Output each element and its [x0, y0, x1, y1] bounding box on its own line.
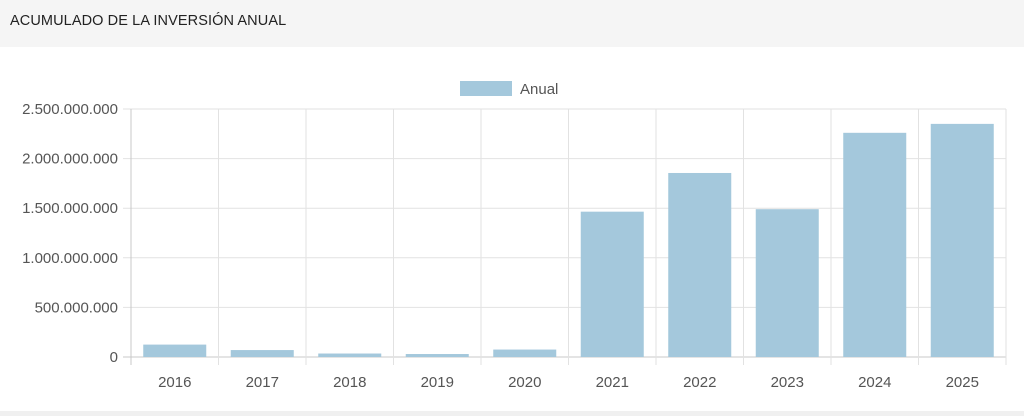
bar-2023	[755, 209, 819, 357]
bar-2024	[843, 132, 907, 357]
y-tick-label: 2.500.000.000	[22, 101, 118, 118]
bar-2019	[405, 354, 469, 357]
x-tick-label: 2020	[508, 374, 541, 391]
x-tick-label: 2022	[683, 374, 716, 391]
y-tick-label: 2.000.000.000	[22, 151, 118, 168]
bar-2020	[493, 349, 557, 357]
chart-container: Anual 0 500.000.000 1.000.000.000 1.500.000…	[0, 47, 1024, 411]
legend-swatch	[460, 81, 512, 96]
bar-2021	[580, 211, 644, 357]
x-tick-label: 2019	[421, 374, 454, 391]
y-tick-label: 1.500.000.000	[22, 200, 118, 217]
x-tick-label: 2023	[771, 374, 804, 391]
panel-title: ACUMULADO DE LA INVERSIÓN ANUAL	[10, 13, 287, 29]
x-axis: 2016 2017 2018 2019 2020 2021 2022 2023 2024 2025	[158, 374, 979, 391]
x-tick-label: 2025	[946, 374, 979, 391]
y-tick-label: 500.000.000	[35, 299, 118, 316]
bar-2017	[230, 350, 294, 357]
x-tick-label: 2017	[246, 374, 279, 391]
y-tick-label: 1.000.000.000	[22, 250, 118, 267]
legend-label: Anual	[520, 81, 558, 98]
bar-2016	[143, 344, 207, 357]
y-axis: 0 500.000.000 1.000.000.000 1.500.000.000 2.…	[22, 101, 118, 366]
bar-2025	[930, 123, 994, 357]
x-tick-label: 2021	[596, 374, 629, 391]
x-tick-label: 2018	[333, 374, 366, 391]
panel-header: ACUMULADO DE LA INVERSIÓN ANUAL	[0, 0, 1024, 47]
y-tick-label: 0	[110, 349, 118, 366]
bar-chart: Anual 0 500.000.000 1.000.000.000 1.500.000…	[22, 81, 1007, 391]
panel-footer-divider	[0, 411, 1024, 416]
x-tick-label: 2016	[158, 374, 191, 391]
bar-2022	[668, 172, 732, 357]
x-tick-label: 2024	[858, 374, 891, 391]
chart-legend[interactable]: Anual	[460, 81, 558, 98]
bar-2018	[318, 353, 382, 357]
